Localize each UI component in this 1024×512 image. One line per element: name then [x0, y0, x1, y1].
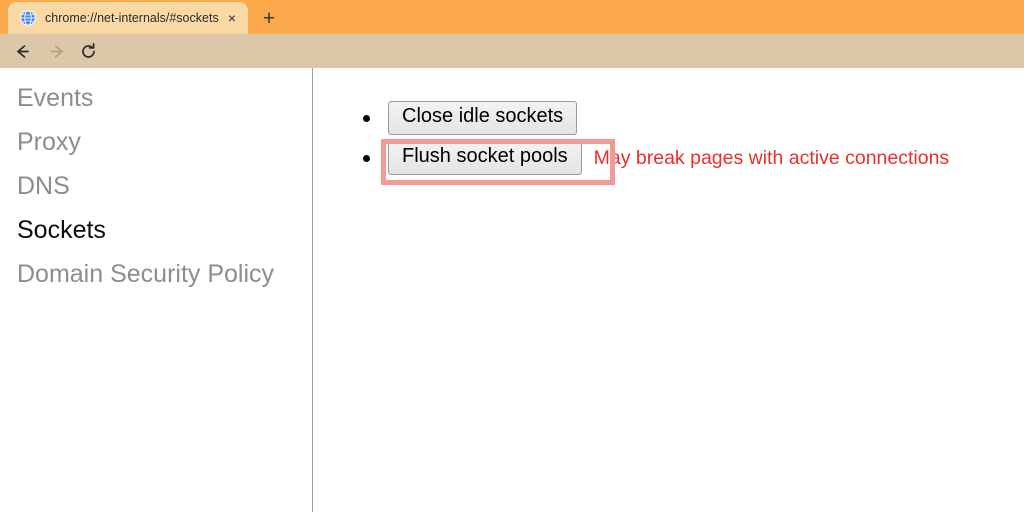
- sidebar-item-dns[interactable]: DNS: [0, 164, 312, 208]
- globe-icon: [20, 10, 36, 26]
- browser-toolbar: Chrome chrome://net-internals/#sockets: [0, 34, 1024, 98]
- flush-socket-pools-button[interactable]: Flush socket pools: [388, 141, 582, 175]
- page-content: Events Proxy DNS Sockets Domain Security…: [0, 68, 1024, 512]
- list-item: Close idle sockets: [363, 98, 949, 138]
- sidebar-item-sockets[interactable]: Sockets: [0, 208, 312, 252]
- tab-title: chrome://net-internals/#sockets: [45, 11, 219, 25]
- socket-actions-list: Close idle sockets Flush socket pools Ma…: [363, 98, 949, 178]
- bullet-icon: [363, 154, 370, 162]
- new-tab-button[interactable]: +: [256, 5, 282, 31]
- sockets-panel: Close idle sockets Flush socket pools Ma…: [313, 68, 1024, 512]
- flush-warning-text: May break pages with active connections: [593, 146, 950, 169]
- tab-strip: chrome://net-internals/#sockets × +: [0, 0, 1024, 34]
- reload-button[interactable]: [78, 41, 98, 61]
- tab-net-internals[interactable]: chrome://net-internals/#sockets ×: [8, 2, 248, 34]
- bullet-icon: [363, 114, 370, 122]
- net-internals-sidebar: Events Proxy DNS Sockets Domain Security…: [0, 68, 313, 512]
- forward-button[interactable]: [47, 41, 67, 61]
- reload-icon: [81, 42, 95, 58]
- sidebar-item-events[interactable]: Events: [0, 76, 312, 120]
- close-idle-sockets-button[interactable]: Close idle sockets: [388, 101, 578, 135]
- forward-arrow-icon: [50, 44, 63, 58]
- list-item: Flush socket pools May break pages with …: [363, 138, 949, 178]
- sidebar-item-domain-security-policy[interactable]: Domain Security Policy: [0, 252, 312, 296]
- back-arrow-icon: [16, 44, 29, 58]
- close-icon[interactable]: ×: [222, 8, 242, 28]
- sidebar-item-proxy[interactable]: Proxy: [0, 120, 312, 164]
- browser-window: chrome://net-internals/#sockets × + Even…: [0, 0, 1024, 512]
- back-button[interactable]: [12, 41, 32, 61]
